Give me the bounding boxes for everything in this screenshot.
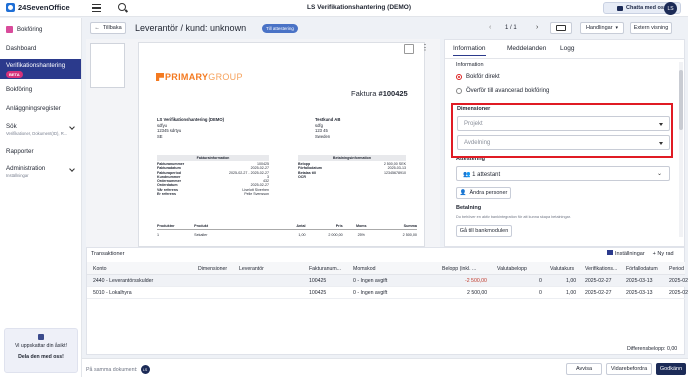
table-row[interactable]: 5010 - Lokalhyra 100425 0 - Ingen avgift… — [87, 287, 688, 299]
chat-icon — [617, 5, 624, 11]
highlight-box — [451, 103, 673, 158]
hamburger-menu-icon[interactable] — [92, 4, 101, 12]
brand-icon — [6, 3, 15, 12]
sidebar-section-bokforing[interactable]: Bokföring — [6, 26, 42, 33]
transactions-actions: Inställningar + Ny rad — [607, 250, 674, 257]
col-valutabelopp[interactable]: Valutabelopp — [497, 266, 527, 272]
receiver-address: Testkund AB sdfg 123 45 Sweden — [315, 117, 341, 139]
radio-overfor[interactable]: Överför till avancerad bokföring — [456, 88, 549, 94]
sidebar: Bokföring Dashboard Verifikationshanteri… — [0, 18, 82, 377]
radio-bokfor-direkt[interactable]: Bokför direkt — [456, 74, 500, 80]
select-page-checkbox[interactable] — [404, 44, 414, 54]
keyboard-icon — [556, 25, 566, 31]
more-options-icon[interactable]: ⋮ — [420, 44, 430, 54]
col-valutakurs[interactable]: Valutakurs — [550, 266, 574, 272]
search-icon[interactable] — [118, 3, 126, 11]
sidebar-item-dashboard[interactable]: Dashboard — [0, 45, 81, 52]
payment-info-table: Betalningsinformation Belopp 2 500,00 SEK… — [298, 155, 406, 179]
tab-logg[interactable]: Logg — [560, 45, 574, 52]
scrollbar-thumb[interactable] — [679, 70, 683, 130]
betalning-description: Du behöver en aktiv bankintegration för … — [456, 215, 571, 219]
brand-name: 24SevenOffice — [18, 3, 70, 12]
radio-icon — [456, 88, 462, 94]
sidebar-item-bokforing[interactable]: Bokföring — [0, 86, 81, 93]
invoice-page: PRIMARY GROUP Faktura #100425 LS Verifika… — [138, 42, 425, 247]
col-belopp[interactable]: Belopp (inkl. ... — [442, 266, 476, 272]
brand-logo[interactable]: 24SevenOffice — [6, 3, 70, 12]
col-fakturanum[interactable]: Fakturanum... — [309, 266, 341, 272]
product-table-header: Produktnr Produkt Antal Pris Moms Summa — [157, 224, 417, 230]
chevron-down-icon: ▾ — [615, 25, 619, 31]
invoice-number: Faktura #100425 — [351, 89, 408, 98]
attestant-select[interactable]: 👥 1 attestant ⌄ — [456, 166, 670, 181]
settings-button[interactable]: Inställningar — [607, 250, 645, 257]
footer-avatar[interactable]: LS — [140, 365, 150, 374]
product-row: 1 Sekaller 1,00 2 000,00 25% 2 500,00 — [157, 233, 417, 237]
approve-button[interactable]: Godkänn — [656, 363, 686, 375]
forward-button[interactable]: Vidarebefordra — [606, 363, 652, 375]
section-label: Information — [456, 62, 484, 68]
same-document-label: På samma dokument: LS — [86, 365, 150, 374]
sidebar-item-verifikationshantering[interactable]: Verifikationshantering BETA — [0, 59, 81, 79]
col-leverantor[interactable]: Leverantör — [239, 266, 264, 272]
betalning-label: Betalning — [456, 205, 482, 211]
tab-information[interactable]: Information — [453, 45, 486, 56]
page-counter: 1 / 1 — [505, 25, 517, 31]
back-button[interactable]: ← Tillbaka — [90, 22, 126, 34]
transactions-title: Transaktioner — [91, 251, 125, 257]
col-period[interactable]: Period — [669, 266, 684, 272]
tab-meddelanden[interactable]: Meddelanden — [507, 45, 546, 52]
transactions-panel: Transaktioner Inställningar + Ny rad Kon… — [86, 247, 688, 355]
feedback-card[interactable]: Vi uppskattar din åsikt! Dela den med oss… — [4, 328, 78, 373]
feedback-icon — [38, 334, 44, 340]
col-dimensioner[interactable]: Dimensioner — [198, 266, 227, 272]
new-row-button[interactable]: + Ny rad — [653, 251, 674, 257]
radio-selected-icon — [456, 74, 462, 80]
settings-icon — [607, 250, 613, 255]
document-viewer: PRIMARY GROUP Faktura #100425 LS Verifika… — [86, 39, 440, 247]
sender-address: LS Verifikationshantering (DEMO) sdfyu 123… — [157, 117, 225, 139]
col-verifikationsdatum[interactable]: Verifikations... — [585, 266, 617, 272]
tab-divider — [445, 58, 685, 59]
col-momskod[interactable]: Momskod — [353, 266, 376, 272]
bokforing-icon — [6, 26, 13, 33]
sidebar-item-anlaggningsregister[interactable]: Anläggningsregister — [0, 105, 81, 112]
user-avatar[interactable]: LS — [664, 2, 677, 15]
footer-bar: På samma dokument: LS Avvisa Vidarebeford… — [82, 358, 688, 377]
change-persons-button[interactable]: 👤 Ändra personer — [456, 187, 511, 199]
page-thumbnail[interactable] — [90, 43, 125, 88]
sidebar-item-sok[interactable]: Sök Verifikationer, Dokument(ID), R... — [0, 123, 81, 136]
primarygroup-logo: PRIMARY GROUP — [156, 72, 243, 82]
company-name: LS Verifikationshantering (DEMO) — [306, 4, 411, 11]
col-konto[interactable]: Konto — [93, 266, 107, 272]
chevron-down-icon: ⌄ — [656, 171, 662, 177]
extern-view-button[interactable]: Extern visning — [630, 22, 672, 34]
page-title: Leverantör / kund: unknown — [135, 23, 247, 33]
users-icon: 👥 — [463, 172, 473, 178]
reject-button[interactable]: Avvisa — [566, 363, 602, 375]
keyboard-button[interactable] — [550, 22, 572, 34]
user-icon: 👤 — [459, 190, 467, 196]
actions-dropdown[interactable]: Handlingar ▾ — [580, 22, 624, 34]
arrow-left-icon: ← — [94, 25, 100, 31]
top-bar: 24SevenOffice LS Verifikationshantering … — [0, 0, 688, 17]
difference-amount: Differensbelopp: 0,00 — [627, 346, 678, 352]
chevron-left-icon[interactable]: ‹ — [489, 24, 491, 31]
transactions-table-header: Konto Dimensioner Leverantör Fakturanum.… — [87, 262, 685, 275]
beta-badge: BETA — [6, 71, 23, 78]
table-row[interactable]: 2440 - Leverantörsskulder 100425 0 - Ing… — [87, 275, 688, 287]
chevron-right-icon[interactable]: › — [536, 24, 538, 31]
status-badge: Till attestering — [262, 24, 298, 33]
sidebar-item-rapporter[interactable]: Rapporter — [0, 148, 81, 155]
invoice-info-table: Fakturainformation Fakturanummer 100425 F… — [157, 155, 269, 197]
col-forfallodatum[interactable]: Förfallodatum — [626, 266, 658, 272]
bank-module-button[interactable]: Gå till bankmodulen — [456, 225, 512, 237]
sidebar-item-administration[interactable]: Administration Inställningar — [0, 165, 81, 178]
